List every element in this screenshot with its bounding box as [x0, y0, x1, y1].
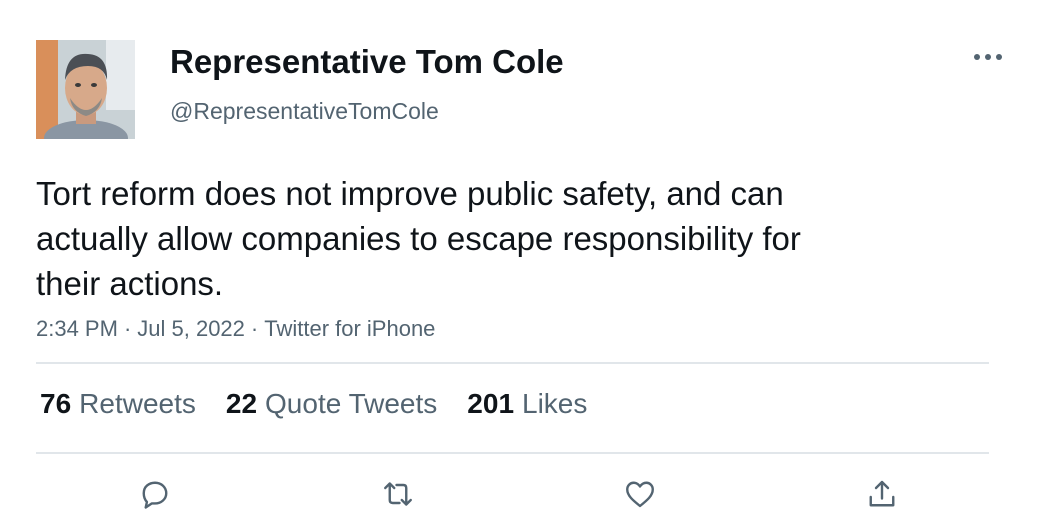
retweets-stat[interactable]: 76 Retweets: [40, 388, 196, 420]
share-icon: [869, 480, 895, 507]
avatar-photo: [36, 40, 135, 139]
retweets-label: Retweets: [79, 388, 196, 419]
like-icon: [626, 481, 654, 508]
reply-button[interactable]: [135, 474, 175, 514]
like-button[interactable]: [620, 474, 660, 514]
quote-tweets-label: Quote Tweets: [265, 388, 438, 419]
author-display-name[interactable]: Representative Tom Cole: [170, 43, 564, 81]
tweet-date[interactable]: Jul 5, 2022: [137, 316, 245, 341]
quote-tweets-count: 22: [225, 388, 258, 419]
quote-tweets-stat[interactable]: 22 Quote Tweets: [226, 388, 437, 420]
tweet-text: Tort reform does not improve public safe…: [36, 175, 801, 302]
likes-stat[interactable]: 201 Likes: [467, 388, 587, 420]
divider: [36, 362, 989, 364]
author-handle[interactable]: @RepresentativeTomCole: [170, 98, 439, 125]
retweet-button[interactable]: [378, 474, 418, 514]
meta-separator: ·: [123, 316, 132, 341]
tweet-stats: 76 Retweets 22 Quote Tweets 201 Likes: [40, 388, 617, 420]
tweet-meta: 2:34 PM · Jul 5, 2022 · Twitter for iPhone: [36, 316, 435, 342]
more-options-button[interactable]: [968, 42, 1008, 72]
retweet-icon: [384, 482, 412, 506]
meta-separator: ·: [250, 316, 259, 341]
likes-count: 201: [467, 388, 515, 419]
tweet-source[interactable]: Twitter for iPhone: [264, 316, 435, 341]
tweet-time[interactable]: 2:34 PM: [36, 316, 118, 341]
more-icon: [974, 54, 1002, 60]
share-button[interactable]: [862, 474, 902, 514]
likes-label: Likes: [522, 388, 588, 419]
divider: [36, 452, 989, 454]
avatar[interactable]: [36, 40, 135, 139]
retweets-count: 76: [40, 388, 72, 419]
reply-icon: [142, 481, 168, 509]
